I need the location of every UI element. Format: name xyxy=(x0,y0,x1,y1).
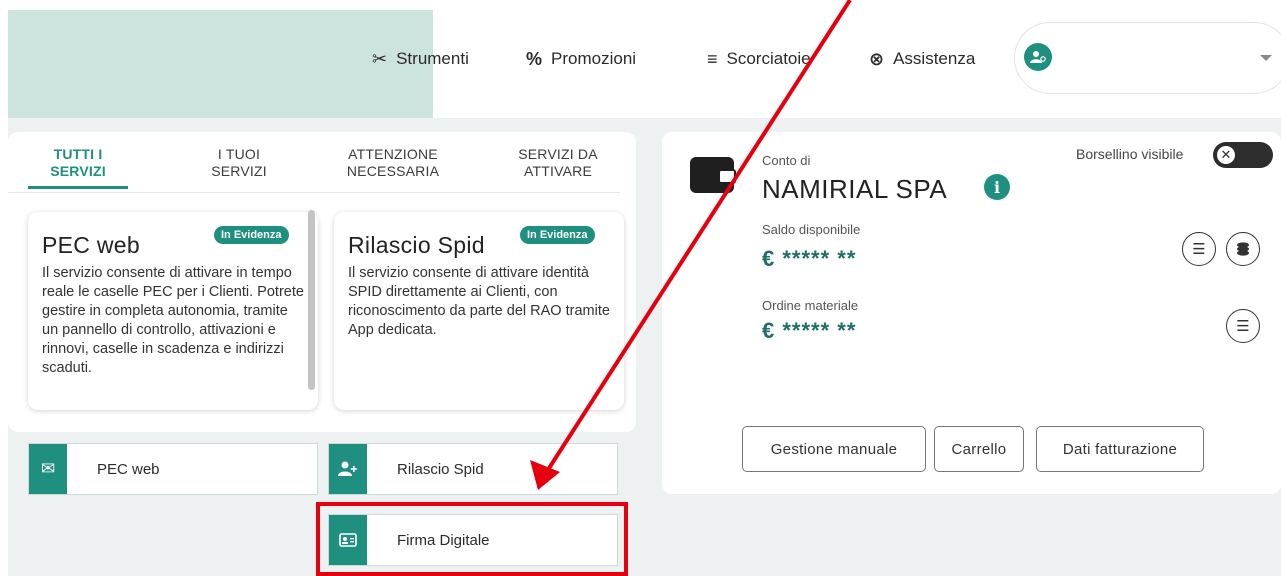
add-user-icon xyxy=(329,444,367,494)
wallet-icon xyxy=(690,157,736,193)
promozioni-label: Promozioni xyxy=(551,49,637,68)
ordine-label: Ordine materiale xyxy=(762,298,859,313)
menu-icon: ≡ xyxy=(707,48,718,69)
tab-label: SERVIZI DA xyxy=(518,146,598,162)
user-menu[interactable] xyxy=(1014,22,1281,94)
tab-label: SERVIZI xyxy=(211,163,267,179)
lifebuoy-icon: ⊗ xyxy=(869,48,885,69)
assistenza-label: Assistenza xyxy=(893,49,976,68)
service-pec-web-button[interactable]: ✉ PEC web xyxy=(28,443,318,495)
envelope-icon: ✉ xyxy=(29,444,67,494)
list-icon[interactable]: ☰ xyxy=(1182,232,1216,266)
wallet-visibility-label: Borsellino visibile xyxy=(1076,146,1184,162)
strumenti-menu[interactable]: ✂ Strumenti xyxy=(372,44,469,74)
chevron-down-icon[interactable] xyxy=(1260,55,1272,61)
featured-badge: In Evidenza xyxy=(214,226,289,244)
gestione-manuale-button[interactable]: Gestione manuale xyxy=(742,426,926,472)
strumenti-label: Strumenti xyxy=(396,49,469,68)
percent-icon: % xyxy=(526,48,543,69)
tab-divider xyxy=(8,192,620,193)
tools-icon: ✂ xyxy=(372,48,388,69)
tab-label: ATTIVARE xyxy=(524,163,592,179)
tab-servizi-da-attivare[interactable]: SERVIZI DA ATTIVARE xyxy=(502,146,614,180)
company-name: NAMIRIAL SPA xyxy=(762,174,948,204)
user-avatar-icon[interactable] xyxy=(1024,43,1052,71)
service-rilascio-spid-button[interactable]: Rilascio Spid xyxy=(328,443,618,495)
assistenza-menu[interactable]: ⊗ Assistenza xyxy=(869,44,975,74)
close-icon[interactable]: ✕ xyxy=(1215,144,1237,166)
promozioni-menu[interactable]: % Promozioni xyxy=(526,44,636,74)
tab-attenzione-necessaria[interactable]: ATTENZIONE NECESSARIA xyxy=(323,146,463,180)
scorciatoie-label: Scorciatoie xyxy=(726,49,811,68)
header-accent-background xyxy=(8,10,433,132)
service-label: PEC web xyxy=(97,460,160,478)
highlight-box xyxy=(316,502,628,576)
list-icon[interactable]: ☰ xyxy=(1226,309,1260,343)
saldo-value: € ***** ** xyxy=(762,246,857,271)
card-description: Il servizio consente di attivare in temp… xyxy=(42,265,304,376)
active-tab-indicator xyxy=(28,186,128,189)
saldo-label: Saldo disponibile xyxy=(762,222,861,237)
tab-tutti-servizi[interactable]: TUTTI I SERVIZI xyxy=(44,146,112,180)
tab-tuoi-servizi[interactable]: I TUOI SERVIZI xyxy=(193,146,285,180)
account-label: Conto di xyxy=(762,153,811,168)
ordine-value: € ***** ** xyxy=(762,318,857,343)
dati-fatturazione-button[interactable]: Dati fatturazione xyxy=(1036,426,1204,472)
tab-label: I TUOI xyxy=(217,146,261,162)
coins-icon[interactable] xyxy=(1226,232,1260,266)
tab-label: ATTENZIONE xyxy=(348,146,438,162)
tab-label: NECESSARIA xyxy=(346,163,440,179)
carrello-button[interactable]: Carrello xyxy=(934,426,1024,472)
tab-label: SERVIZI xyxy=(50,163,106,179)
scorciatoie-menu[interactable]: ≡ Scorciatoie xyxy=(707,44,811,74)
tab-label: TUTTI I xyxy=(53,146,103,162)
card-description: Il servizio consente di attivare identit… xyxy=(348,265,610,338)
info-icon[interactable]: i xyxy=(984,174,1010,200)
featured-badge: In Evidenza xyxy=(520,226,595,244)
service-label: Rilascio Spid xyxy=(397,460,484,478)
scrollbar[interactable] xyxy=(308,210,315,390)
